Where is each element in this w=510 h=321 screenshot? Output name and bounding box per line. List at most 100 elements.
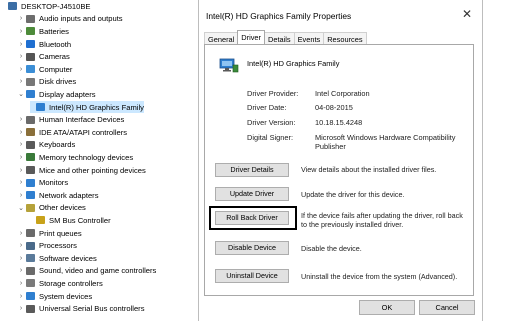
battery-icon [26, 27, 35, 36]
uninstall-device-button[interactable]: Uninstall Device [215, 269, 289, 283]
tree-item[interactable]: ⌄ Other devices [16, 202, 86, 215]
tree-item[interactable]: › Computer [16, 63, 73, 76]
chevron-right-icon[interactable]: › [16, 116, 26, 123]
driver-tab-panel: Intel(R) HD Graphics Family Driver Provi… [204, 44, 474, 296]
chevron-right-icon[interactable]: › [16, 242, 26, 249]
tree-item[interactable]: Intel(R) HD Graphics Family [30, 100, 144, 114]
tree-item[interactable]: › Audio inputs and outputs [16, 13, 123, 26]
chevron-right-icon[interactable]: › [16, 305, 26, 312]
tree-item[interactable]: › Software devices [16, 252, 97, 265]
chevron-right-icon[interactable]: › [16, 154, 26, 161]
processor-icon [26, 241, 35, 250]
close-icon[interactable]: ✕ [462, 7, 472, 21]
chevron-right-icon[interactable]: › [16, 53, 26, 60]
device-name: Intel(R) HD Graphics Family [247, 59, 340, 68]
tree-item[interactable]: › Disk drives [16, 76, 76, 89]
keyboard-icon [26, 140, 35, 149]
chevron-right-icon[interactable]: › [16, 66, 26, 73]
tree-item[interactable]: DESKTOP-J4510BE [8, 0, 91, 13]
tree-item[interactable]: › Print queues [16, 227, 82, 240]
tree-item-label: Network adapters [39, 190, 99, 200]
tree-item[interactable]: › Universal Serial Bus controllers [16, 302, 145, 315]
disable-device-description: Disable the device. [301, 244, 362, 253]
tab-events[interactable]: Events [293, 32, 325, 44]
ok-button[interactable]: OK [359, 300, 415, 315]
tree-item-label: Human Interface Devices [39, 115, 125, 125]
tab-driver[interactable]: Driver [237, 30, 266, 44]
tree-item-label: Computer [39, 64, 73, 74]
tree-item[interactable]: › Sound, video and game controllers [16, 265, 157, 278]
date-value: 04-08-2015 [315, 103, 353, 112]
unknown-device-icon [26, 203, 35, 212]
tree-item-label: Keyboards [39, 140, 76, 150]
tree-item[interactable]: › Human Interface Devices [16, 113, 124, 126]
tab-general[interactable]: General [204, 32, 239, 44]
printer-icon [26, 229, 35, 238]
chevron-right-icon[interactable]: › [16, 267, 26, 274]
display-adapter-icon [219, 58, 239, 73]
tree-item-label: Batteries [39, 26, 69, 36]
chevron-right-icon[interactable]: › [16, 230, 26, 237]
update-driver-button[interactable]: Update Driver [215, 187, 289, 201]
camera-icon [26, 52, 35, 61]
tree-item[interactable]: › Mice and other pointing devices [16, 164, 146, 177]
tree-item[interactable]: › Batteries [16, 25, 69, 38]
chevron-right-icon[interactable]: › [16, 41, 26, 48]
tree-item[interactable]: › IDE ATA/ATAPI controllers [16, 126, 127, 139]
chevron-right-icon[interactable]: › [16, 167, 26, 174]
chevron-right-icon[interactable]: › [16, 293, 26, 300]
chevron-down-icon[interactable]: ⌄ [16, 90, 26, 98]
tab-resources[interactable]: Resources [323, 32, 367, 44]
uninstall-device-description: Uninstall the device from the system (Ad… [301, 272, 458, 281]
version-value: 10.18.15.4248 [315, 118, 363, 127]
tree-item[interactable]: › Processors [16, 239, 77, 252]
device-tree: DESKTOP-J4510BE › Audio inputs and outputs… [0, 0, 195, 321]
chevron-right-icon[interactable]: › [16, 15, 26, 22]
chevron-down-icon[interactable]: ⌄ [16, 204, 26, 212]
tree-item[interactable]: › Keyboards [16, 139, 75, 152]
chevron-right-icon[interactable]: › [16, 255, 26, 262]
tree-item-label: Sound, video and game controllers [39, 266, 157, 276]
tree-item[interactable]: › Cameras [16, 50, 70, 63]
chevron-right-icon[interactable]: › [16, 179, 26, 186]
update-driver-description: Update the driver for this device. [301, 190, 405, 199]
disable-device-button[interactable]: Disable Device [215, 241, 289, 255]
roll-back-driver-description: If the device fails after updating the d… [301, 211, 463, 229]
cancel-button[interactable]: Cancel [419, 300, 475, 315]
storage-icon [26, 279, 35, 288]
chevron-right-icon[interactable]: › [16, 280, 26, 287]
system-icon [26, 292, 35, 301]
tree-item-label: Audio inputs and outputs [39, 14, 123, 24]
chevron-right-icon[interactable]: › [16, 192, 26, 199]
chevron-right-icon[interactable]: › [16, 78, 26, 85]
display-icon [36, 103, 45, 112]
tree-item-label: Intel(R) HD Graphics Family [49, 102, 144, 112]
tree-item[interactable]: › System devices [16, 290, 92, 303]
chevron-right-icon[interactable]: › [16, 141, 26, 148]
tab-details[interactable]: Details [264, 32, 295, 44]
tree-item[interactable]: ⌄ Display adapters [16, 88, 96, 101]
tree-item[interactable]: › Monitors [16, 176, 68, 189]
tree-item[interactable]: SM Bus Controller [30, 214, 111, 227]
tree-item-label: Universal Serial Bus controllers [39, 304, 145, 314]
driver-details-button[interactable]: Driver Details [215, 163, 289, 177]
tree-item[interactable]: › Memory technology devices [16, 151, 133, 164]
controller-icon [26, 128, 35, 137]
chevron-right-icon[interactable]: › [16, 129, 26, 136]
tree-item[interactable]: › Network adapters [16, 189, 99, 202]
roll-back-driver-button[interactable]: Roll Back Driver [215, 211, 289, 225]
tree-item-label: Bluetooth [39, 39, 72, 49]
software-icon [26, 254, 35, 263]
hid-icon [26, 115, 35, 124]
network-icon [26, 191, 35, 200]
tree-item-label: Display adapters [39, 89, 96, 99]
tree-item-label: IDE ATA/ATAPI controllers [39, 127, 128, 137]
tree-item[interactable]: › Storage controllers [16, 277, 103, 290]
bluetooth-icon [26, 40, 35, 49]
warning-device-icon [36, 216, 45, 225]
tree-item[interactable]: › Bluetooth [16, 38, 71, 51]
tree-item-label: SM Bus Controller [49, 215, 111, 225]
dialog-title: Intel(R) HD Graphics Family Properties [206, 11, 352, 21]
version-label: Driver Version: [247, 118, 296, 127]
chevron-right-icon[interactable]: › [16, 28, 26, 35]
